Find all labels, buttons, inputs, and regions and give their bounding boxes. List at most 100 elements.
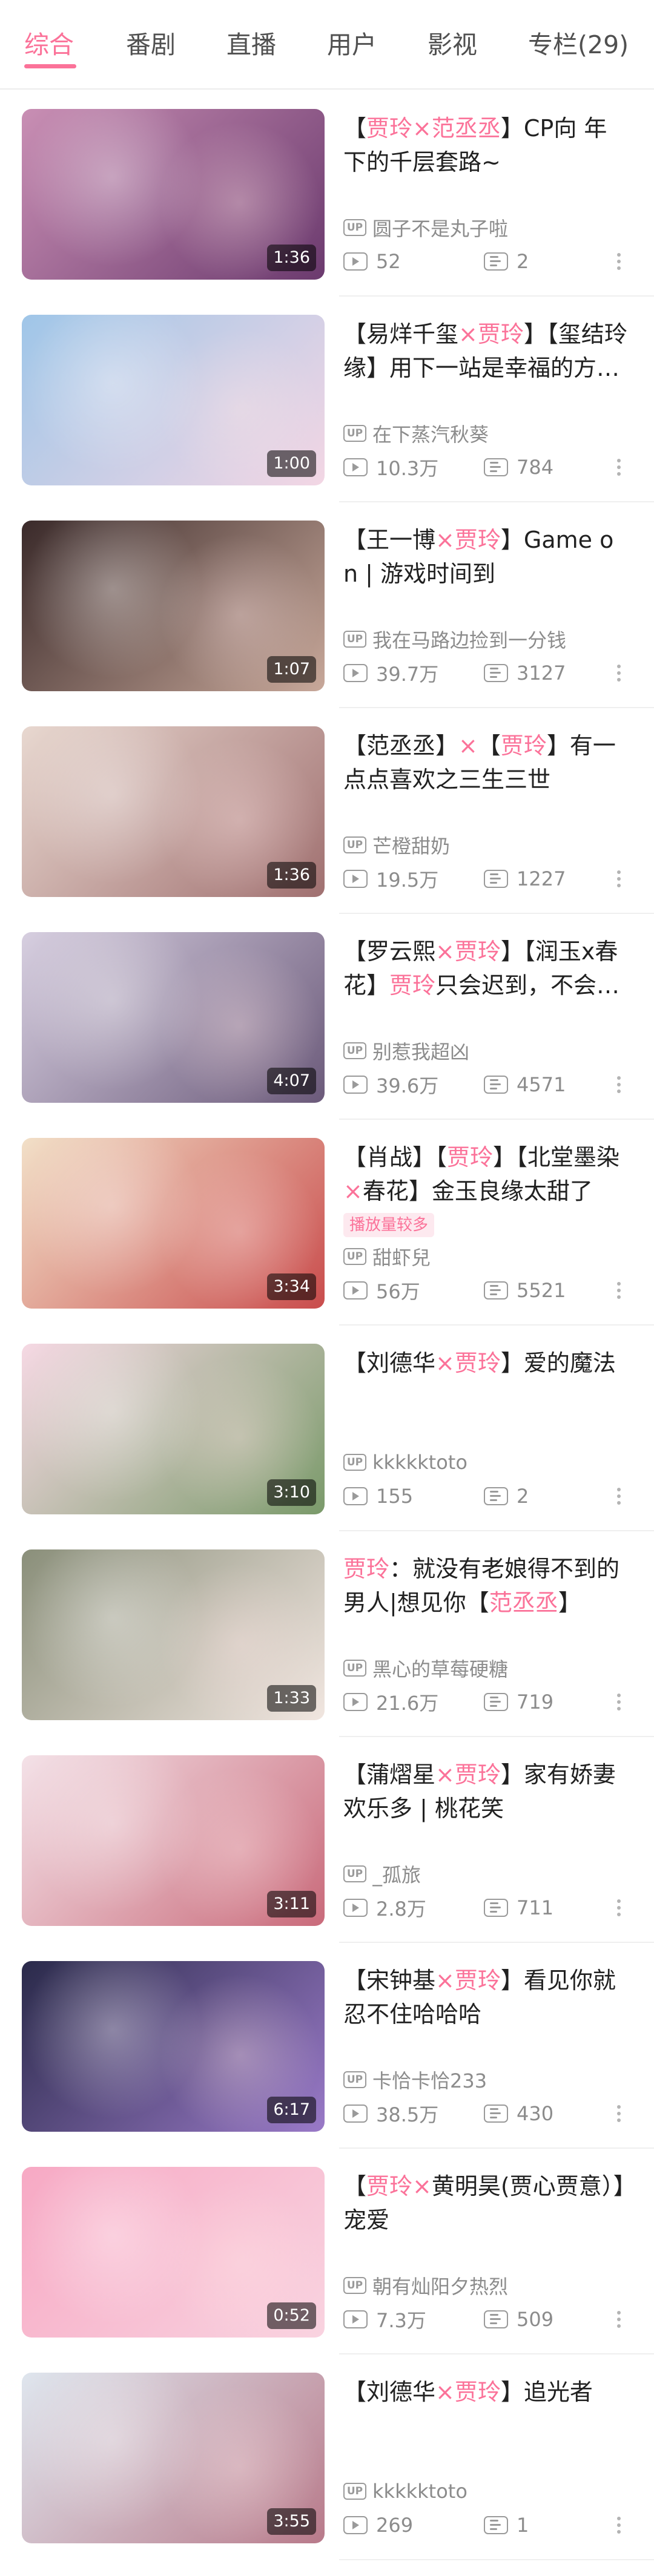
- video-title[interactable]: 贾玲：就没有老娘得不到的男人|想见你【范丞丞】: [343, 1552, 628, 1620]
- uploader-row[interactable]: UP 别惹我超凶: [343, 1037, 598, 1064]
- video-info: 【宋钟基×贾玲】看见你就忍不住哈哈哈 UP 卡恰卡恰233 38.5万 430: [343, 1963, 628, 2134]
- video-stats: 7.3万 509: [343, 2306, 628, 2333]
- video-card[interactable]: 1:33 贾玲：就没有老娘得不到的男人|想见你【范丞丞】 UP 黑心的草莓硬糖 21.6…: [0, 1531, 654, 1737]
- video-thumbnail[interactable]: 1:07: [22, 521, 325, 691]
- keyword-highlight: 贾玲: [454, 1761, 501, 1788]
- tab-zhuanlan[interactable]: 专栏(29): [528, 24, 629, 61]
- video-thumbnail[interactable]: 3:34: [22, 1138, 325, 1309]
- keyword-highlight: 贾玲: [366, 2173, 413, 2200]
- more-vertical-icon[interactable]: [610, 864, 628, 893]
- play-icon: [343, 1899, 368, 1917]
- tab-yingshi[interactable]: 影视: [428, 24, 477, 61]
- video-thumbnail[interactable]: 3:10: [22, 1344, 325, 1514]
- video-card[interactable]: 1:07 【王一博×贾玲】Game on | 游戏时间到 UP 我在马路边捡到一分钱 3…: [0, 502, 654, 708]
- more-vertical-icon[interactable]: [610, 1687, 628, 1717]
- video-stats: 269 1: [343, 2512, 628, 2538]
- uploader-row[interactable]: UP _孤旅: [343, 1861, 598, 1887]
- danmaku-count: 430: [484, 2100, 553, 2127]
- video-title[interactable]: 【蒲熠星×贾玲】家有娇妻欢乐多 | 桃花笑: [343, 1758, 628, 1825]
- play-count: 21.6万: [343, 1689, 438, 1715]
- more-vertical-icon[interactable]: [610, 1482, 628, 1511]
- video-thumbnail[interactable]: 1:36: [22, 109, 325, 280]
- row-divider: [339, 2559, 654, 2560]
- video-info: 【刘德华×贾玲】爱的魔法 UP kkkkktoto 155 2: [343, 1346, 628, 1517]
- video-card[interactable]: 1:00 【易烊千玺×贾玲】【玺结玲缘】用下一站是幸福的方式打开 UP 在下蒸汽秋葵 1…: [0, 297, 654, 502]
- video-info: 【贾玲×黄明昊(贾心贾意）】宠爱 UP 朝有灿阳夕热烈 7.3万 509: [343, 2169, 628, 2340]
- more-vertical-icon[interactable]: [610, 2511, 628, 2540]
- video-thumbnail[interactable]: 1:00: [22, 315, 325, 485]
- uploader-row[interactable]: UP 我在马路边捡到一分钱: [343, 626, 598, 652]
- tab-fanju[interactable]: 番剧: [126, 24, 176, 61]
- video-thumbnail[interactable]: 3:55: [22, 2373, 325, 2543]
- uploader-row[interactable]: UP 在下蒸汽秋葵: [343, 420, 598, 447]
- video-stats: 39.7万 3127: [343, 660, 628, 686]
- uploader-row[interactable]: UP 芒橙甜奶: [343, 832, 598, 858]
- more-vertical-icon[interactable]: [610, 1070, 628, 1099]
- play-count-value: 39.6万: [376, 1074, 439, 1097]
- more-vertical-icon[interactable]: [610, 453, 628, 482]
- more-vertical-icon[interactable]: [610, 1276, 628, 1305]
- danmaku-icon: [484, 870, 508, 888]
- play-icon: [343, 870, 368, 888]
- video-card[interactable]: 4:07 【罗云熙×贾玲】【润玉x春花】贾玲只会迟到，不会缺席 UP 别惹我超凶 39.…: [0, 914, 654, 1120]
- tab-yonghu[interactable]: 用户: [327, 24, 377, 61]
- uploader-row[interactable]: UP kkkkktoto: [343, 1449, 598, 1476]
- up-icon: UP: [343, 1865, 366, 1882]
- danmaku-count: 2: [484, 248, 529, 275]
- active-tab-indicator: [24, 64, 76, 68]
- video-title[interactable]: 【宋钟基×贾玲】看见你就忍不住哈哈哈: [343, 1963, 628, 2031]
- more-vertical-icon[interactable]: [610, 2305, 628, 2334]
- danmaku-count: 1227: [484, 866, 566, 892]
- uploader-name: 甜虾兒: [372, 1246, 431, 1269]
- uploader-row[interactable]: UP 卡恰卡恰233: [343, 2066, 598, 2093]
- uploader-row[interactable]: UP 甜虾兒: [343, 1243, 598, 1270]
- more-vertical-icon[interactable]: [610, 2099, 628, 2128]
- tab-zhibo[interactable]: 直播: [226, 24, 276, 61]
- video-card[interactable]: 3:34 【肖战】【贾玲】【北堂墨染×春花】金玉良缘太甜了 播放量较多 UP 甜虾兒 56…: [0, 1120, 654, 1326]
- danmaku-count-value: 3127: [517, 662, 566, 685]
- tab-zonghe[interactable]: 综合: [24, 24, 74, 61]
- danmaku-icon: [484, 2104, 508, 2123]
- video-thumbnail[interactable]: 6:17: [22, 1961, 325, 2132]
- video-thumbnail[interactable]: 0:52: [22, 2167, 325, 2338]
- up-icon: UP: [343, 1248, 366, 1265]
- uploader-row[interactable]: UP kkkkktoto: [343, 2478, 598, 2505]
- video-card[interactable]: 1:36 【贾玲×范丞丞】CP向 年下的千层套路~ UP 圆子不是丸子啦 52 2: [0, 91, 654, 297]
- play-count: 155: [343, 1483, 413, 1510]
- video-stats: 155 2: [343, 1483, 628, 1510]
- more-vertical-icon[interactable]: [610, 1893, 628, 1922]
- video-title[interactable]: 【范丞丞】×【贾玲】有一点点喜欢之三生三世: [343, 729, 628, 797]
- up-icon: UP: [343, 2277, 366, 2294]
- more-vertical-icon[interactable]: [610, 659, 628, 688]
- video-thumbnail[interactable]: 1:36: [22, 726, 325, 897]
- video-title[interactable]: 【贾玲×范丞丞】CP向 年下的千层套路~: [343, 111, 628, 179]
- duration-label: 6:17: [267, 2097, 316, 2123]
- video-stats: 52 2: [343, 248, 628, 275]
- video-title[interactable]: 【罗云熙×贾玲】【润玉x春花】贾玲只会迟到，不会缺席: [343, 935, 628, 1002]
- duration-label: 3:10: [267, 1479, 316, 1506]
- up-icon: UP: [343, 836, 366, 853]
- more-vertical-icon[interactable]: [610, 247, 628, 276]
- video-thumbnail[interactable]: 4:07: [22, 932, 325, 1103]
- video-card[interactable]: 3:10 【刘德华×贾玲】爱的魔法 UP kkkkktoto 155 2: [0, 1326, 654, 1531]
- video-title[interactable]: 【刘德华×贾玲】追光者: [343, 2375, 628, 2443]
- video-card[interactable]: 1:36 【范丞丞】×【贾玲】有一点点喜欢之三生三世 UP 芒橙甜奶 19.5万 1227: [0, 708, 654, 914]
- video-title[interactable]: 【刘德华×贾玲】爱的魔法: [343, 1346, 628, 1414]
- uploader-row[interactable]: UP 圆子不是丸子啦: [343, 214, 598, 241]
- video-title[interactable]: 【易烊千玺×贾玲】【玺结玲缘】用下一站是幸福的方式打开: [343, 317, 628, 385]
- video-thumbnail[interactable]: 3:11: [22, 1755, 325, 1926]
- danmaku-count-value: 2: [517, 1485, 529, 1508]
- play-count-value: 39.7万: [376, 663, 439, 686]
- video-thumbnail[interactable]: 1:33: [22, 1549, 325, 1720]
- video-card[interactable]: 3:11 【蒲熠星×贾玲】家有娇妻欢乐多 | 桃花笑 UP _孤旅 2.8万 711: [0, 1737, 654, 1943]
- uploader-row[interactable]: UP 黑心的草莓硬糖: [343, 1655, 598, 1681]
- video-title[interactable]: 【王一博×贾玲】Game on | 游戏时间到: [343, 523, 628, 591]
- video-card[interactable]: 6:17 【宋钟基×贾玲】看见你就忍不住哈哈哈 UP 卡恰卡恰233 38.5万 430: [0, 1943, 654, 2149]
- duration-label: 3:55: [267, 2508, 316, 2535]
- video-card[interactable]: 0:52 【贾玲×黄明昊(贾心贾意）】宠爱 UP 朝有灿阳夕热烈 7.3万 509: [0, 2149, 654, 2354]
- play-icon: [343, 1076, 368, 1094]
- uploader-row[interactable]: UP 朝有灿阳夕热烈: [343, 2272, 598, 2299]
- video-title[interactable]: 【贾玲×黄明昊(贾心贾意）】宠爱: [343, 2169, 628, 2237]
- video-card[interactable]: 3:55 【刘德华×贾玲】追光者 UP kkkkktoto 269 1: [0, 2354, 654, 2560]
- video-title[interactable]: 【肖战】【贾玲】【北堂墨染×春花】金玉良缘太甜了: [343, 1140, 628, 1208]
